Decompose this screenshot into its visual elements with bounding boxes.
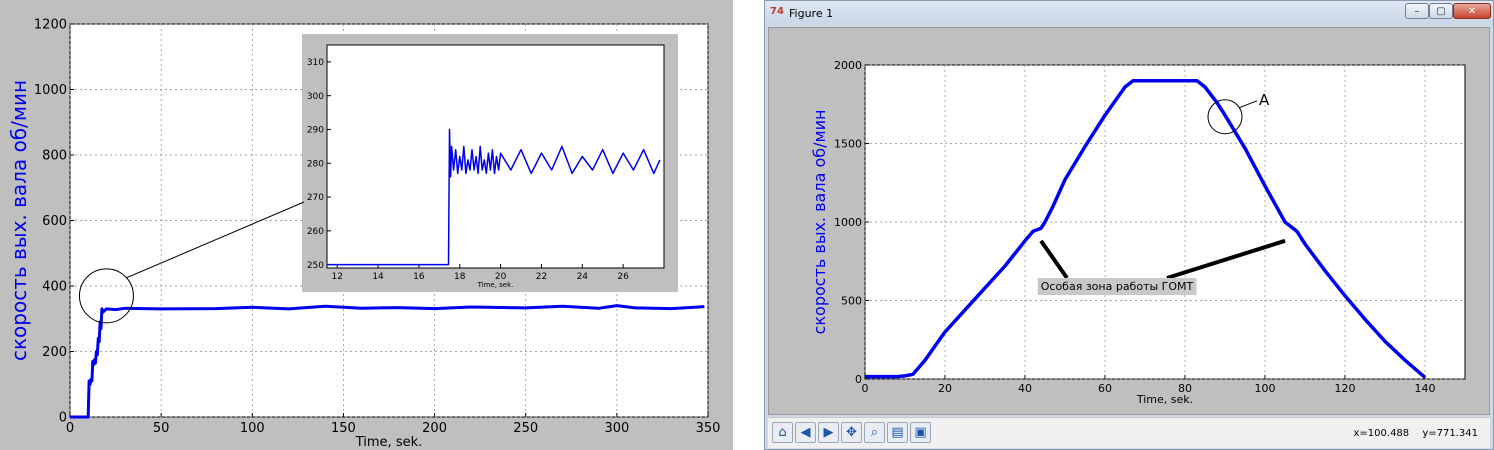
inset-x-tick-label: 22	[536, 272, 547, 282]
main-y-tick-label: 400	[42, 280, 67, 295]
main-x-tick-label: 300	[604, 421, 629, 436]
main-y-tick-label: 0	[59, 411, 67, 426]
main-x-axis-label: Time, sek.	[355, 435, 423, 450]
main-x-tick-label: 100	[240, 421, 265, 436]
inset-x-tick-label: 14	[372, 272, 384, 282]
main-y-tick-label: 800	[42, 149, 67, 164]
main-y-tick-label: 1000	[34, 83, 67, 98]
inset-x-tick-label: 18	[454, 272, 466, 282]
navigation-toolbar: ⌂ ◀ ▶ ✥ ⌕ ▤ ▣ x=100.488 y=771.341	[768, 417, 1490, 448]
main-x-tick-label: 50	[153, 421, 170, 436]
maximize-button[interactable]: ▢	[1429, 3, 1453, 19]
left-chart: 0 50 100 150 200 250 300 350 0 200 400 600 800 1000 12…	[7, 18, 721, 450]
close-button[interactable]: ✕	[1453, 3, 1491, 19]
figure-y-tick-label: 500	[841, 294, 862, 307]
main-x-tick-label: 150	[331, 421, 356, 436]
home-icon[interactable]: ⌂	[772, 422, 793, 443]
forward-icon[interactable]: ▶	[818, 422, 839, 443]
figure-x-tick-label: 0	[862, 382, 869, 395]
main-x-tick-label: 250	[513, 421, 538, 436]
main-x-tick-label: 0	[66, 421, 74, 436]
figure-y-tick-label: 1000	[834, 216, 862, 229]
y-readout: y=771.341	[1422, 428, 1478, 439]
figure-x-tick-label: 40	[1018, 382, 1032, 395]
inset-y-tick-label: 250	[307, 261, 324, 271]
pan-icon[interactable]: ✥	[841, 422, 862, 443]
inset-y-tick-label: 310	[307, 58, 324, 68]
figure-x-tick-label: 20	[938, 382, 952, 395]
figure-x-tick-label: 100	[1255, 382, 1276, 395]
main-y-tick-label: 200	[42, 345, 67, 360]
main-y-tick-label: 1200	[34, 18, 67, 33]
inset-x-tick-label: 26	[617, 272, 629, 282]
right-chart: 0 20 40 60 80 100 120 1400500100015002000Time, …	[810, 59, 1466, 406]
back-icon[interactable]: ◀	[795, 422, 816, 443]
main-y-axis-label: скорость вых. вала об/мин	[7, 80, 31, 361]
figure-x-tick-label: 140	[1415, 382, 1436, 395]
figure-x-tick-label: 120	[1335, 382, 1356, 395]
minimize-button[interactable]: –	[1405, 3, 1429, 19]
figure-canvas[interactable]: 0 20 40 60 80 100 120 140 0 500 1000 1500 2000 Time, …	[768, 27, 1490, 415]
figure-y-tick-label: 1500	[834, 137, 862, 150]
figure-x-axis-label: Time, sek.	[1136, 393, 1193, 406]
title-bar[interactable]: 74 Figure 1 – ▢ ✕	[765, 1, 1493, 25]
figure-window: 74 Figure 1 – ▢ ✕ 0 20 40 60 80 100 120 140 0 500…	[764, 0, 1494, 450]
zone-label: Особая зона работы ГОМТ	[1041, 280, 1194, 293]
annotation-a-label: A	[1259, 91, 1270, 109]
inset-x-tick-label: 16	[413, 272, 425, 282]
main-x-tick-label: 350	[696, 421, 721, 436]
inset-y-tick-label: 280	[307, 159, 324, 169]
save-icon[interactable]: ▣	[910, 422, 931, 443]
figure-y-tick-label: 0	[855, 373, 862, 386]
inset-y-tick-label: 290	[307, 126, 324, 136]
inset-y-tick-label: 270	[307, 193, 324, 203]
inset-x-tick-label: 12	[331, 272, 342, 282]
inset-y-tick-label: 260	[307, 227, 324, 237]
figure-y-tick-label: 2000	[834, 59, 862, 72]
window-title: Figure 1	[789, 7, 834, 20]
coordinate-readout: x=100.488 y=771.341	[1344, 428, 1479, 439]
inset-x-tick-label: 24	[577, 272, 589, 282]
figure-x-tick-label: 60	[1098, 382, 1112, 395]
matplotlib-icon: 74	[770, 6, 784, 17]
main-x-tick-label: 200	[422, 421, 447, 436]
x-readout: x=100.488	[1353, 428, 1410, 439]
figure-y-axis-label: скорость вых. вала об/мин	[810, 110, 829, 335]
left-chart-panel: 0 50 100 150 200 250 300 350 0 200 400 600 800 1000 12…	[0, 0, 733, 450]
zoom-icon[interactable]: ⌕	[864, 422, 885, 443]
inset-plot-area	[326, 44, 665, 269]
inset-x-axis-label: Time, sek.	[477, 281, 514, 289]
main-y-tick-label: 600	[42, 214, 67, 229]
configure-icon[interactable]: ▤	[887, 422, 908, 443]
inset-y-tick-label: 300	[307, 92, 324, 102]
